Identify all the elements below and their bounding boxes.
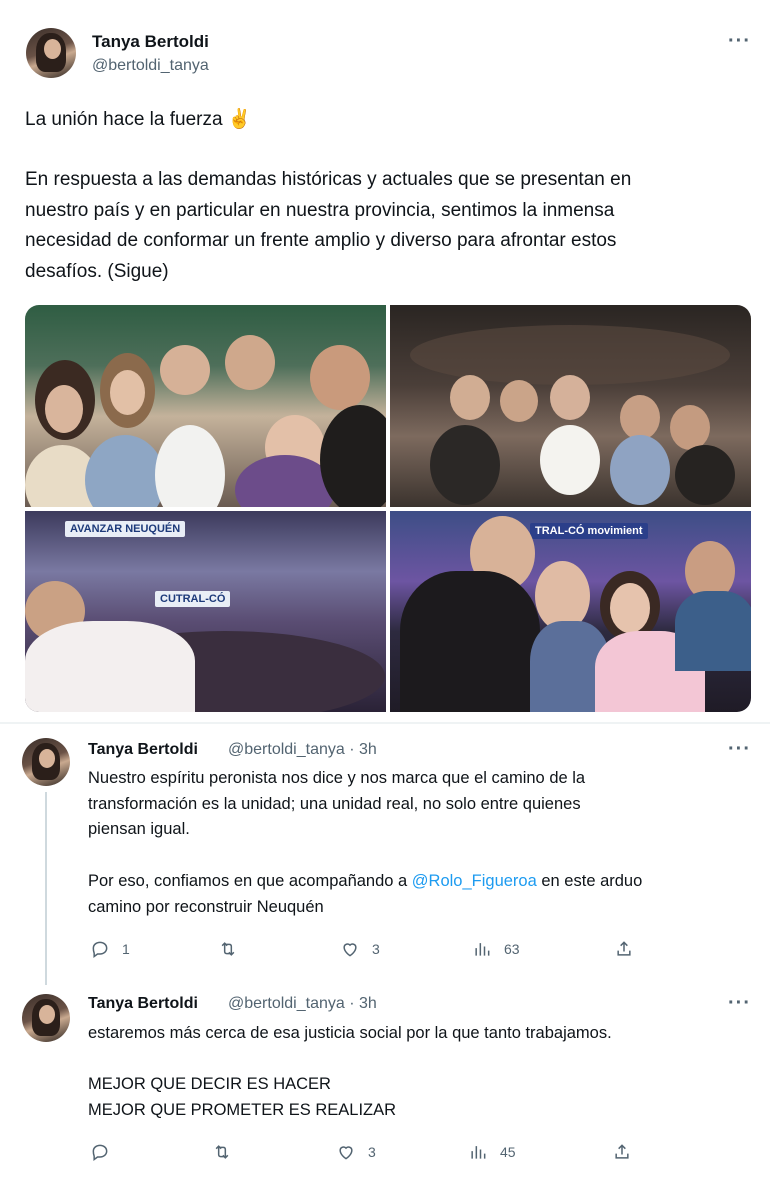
reply-author-name[interactable]: Tanya Bertoldi: [88, 741, 198, 759]
main-tweet: Tanya Bertoldi @bertoldi_tanya ··· La un…: [0, 0, 770, 722]
reply-author-avatar[interactable]: [22, 994, 70, 1042]
photo-sign-avanzar: AVANZAR NEUQUÉN: [65, 521, 186, 537]
reply-text-line: Por eso, confiamos en que acompañando a …: [88, 869, 768, 895]
like-icon: [339, 1146, 353, 1160]
reply-button[interactable]: [90, 1142, 122, 1162]
photo-group-event[interactable]: TRAL-CÓ movimient: [390, 511, 751, 712]
share-icon: [615, 1144, 629, 1159]
retweet-icon: [221, 942, 235, 956]
mention-link[interactable]: @Rolo_Figueroa: [412, 872, 537, 890]
tweet-text-line1: La unión hace la fuerza ✌️: [25, 109, 252, 130]
reply-button[interactable]: 1: [90, 939, 130, 959]
action-bar: 3 45: [90, 1142, 650, 1164]
like-count: 3: [372, 941, 380, 957]
photo-audience[interactable]: [390, 305, 751, 507]
retweet-button[interactable]: [212, 1142, 244, 1162]
tweet-text-body: En respuesta a las demandas históricas y…: [25, 169, 632, 282]
views-icon: [475, 943, 490, 956]
views-count: 45: [500, 1144, 516, 1160]
more-icon[interactable]: ···: [728, 738, 751, 761]
author-handle[interactable]: @bertoldi_tanya: [92, 57, 209, 75]
media-grid[interactable]: AVANZAR NEUQUÉN CUTRAL-CÓ TRAL-CÓ movimi…: [25, 305, 751, 712]
retweet-button[interactable]: [218, 939, 250, 959]
views-button[interactable]: 45: [468, 1142, 516, 1162]
photo-sign-movimiento: TRAL-CÓ movimient: [530, 523, 648, 539]
reply-tweet-2: Tanya Bertoldi @bertoldi_tanya · 3h ··· …: [0, 986, 770, 1201]
reply-author-handle-time[interactable]: @bertoldi_tanya · 3h: [228, 995, 377, 1013]
views-count: 63: [504, 941, 520, 957]
reply-text-prefix: Por eso, confiamos en que acompañando a: [88, 872, 412, 890]
like-button[interactable]: 3: [340, 939, 380, 959]
action-bar: 1 3 63: [90, 939, 650, 961]
reply-count: 1: [122, 941, 130, 957]
author-name[interactable]: Tanya Bertoldi: [92, 32, 209, 52]
reply-tweet-1: Tanya Bertoldi @bertoldi_tanya · 3h ··· …: [0, 724, 770, 986]
like-button[interactable]: 3: [336, 1142, 376, 1162]
reply-author-avatar[interactable]: [22, 738, 70, 786]
views-icon: [471, 1146, 486, 1159]
reply-icon: [92, 1144, 108, 1161]
more-icon[interactable]: ···: [728, 992, 751, 1015]
views-button[interactable]: 63: [472, 939, 520, 959]
reply-icon: [92, 941, 108, 958]
reply-text: estaremos más cerca de esa justicia soci…: [88, 1024, 612, 1119]
photo-rally[interactable]: AVANZAR NEUQUÉN CUTRAL-CÓ: [25, 511, 386, 712]
reply-author-name[interactable]: Tanya Bertoldi: [88, 995, 198, 1013]
share-icon: [617, 941, 631, 956]
more-icon[interactable]: ···: [728, 30, 751, 53]
reply-text-suffix: en este arduo: [536, 872, 643, 890]
retweet-icon: [215, 1145, 229, 1159]
author-avatar[interactable]: [26, 28, 76, 78]
like-icon: [343, 943, 357, 957]
share-button[interactable]: [612, 1142, 632, 1162]
reply-text: Nuestro espíritu peronista nos dice y no…: [88, 769, 586, 838]
share-button[interactable]: [614, 939, 634, 959]
reply-author-handle-time[interactable]: @bertoldi_tanya · 3h: [228, 741, 377, 759]
like-count: 3: [368, 1144, 376, 1160]
reply-text-line2: camino por reconstruir Neuquén: [88, 898, 324, 916]
thread-line: [45, 792, 47, 985]
photo-sign-cutral: CUTRAL-CÓ: [155, 591, 231, 607]
photo-group-selfie[interactable]: [25, 305, 386, 507]
